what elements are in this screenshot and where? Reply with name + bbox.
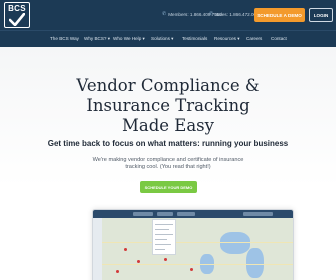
phone-icon: ✆ <box>162 11 167 17</box>
checkmark-icon <box>9 13 25 26</box>
top-header: BCS ✆ Members: 1.866.409.7550 ✆ Sales: 1… <box>0 0 336 30</box>
nav-item-solutions[interactable]: Solutions ▾ <box>151 36 173 42</box>
bcs-logo[interactable]: BCS <box>4 2 30 28</box>
hero-title-line-3: Made Easy <box>122 116 214 135</box>
nav-item-careers[interactable]: Careers <box>246 36 262 41</box>
hero-description-line-2: tracking cool. (You read that right!) <box>125 164 211 170</box>
nav-item-testimonials[interactable]: Testimonials <box>182 36 207 41</box>
hero-demo-button[interactable]: SCHEDULE YOUR DEMO <box>140 181 197 193</box>
app-screenshot-sidebar <box>93 218 102 280</box>
main-nav: The BCS Way Why BCS? ▾ Who We Help ▾ Sol… <box>0 30 336 47</box>
login-button[interactable]: LOGIN <box>309 8 333 22</box>
app-screenshot-toolbar <box>93 210 293 218</box>
hero-title-line-1: Vendor Compliance & <box>76 76 260 95</box>
app-screenshot <box>92 209 294 280</box>
nav-item-why-bcs[interactable]: Why BCS? ▾ <box>84 36 110 42</box>
hero-title-line-2: Insurance Tracking <box>86 96 250 115</box>
nav-item-contact[interactable]: Contact <box>271 36 287 41</box>
map-popup <box>152 219 176 255</box>
nav-item-resources[interactable]: Resources ▾ <box>214 36 240 42</box>
hero-description-line-1: We're making vendor compliance and certi… <box>92 157 244 163</box>
phone-icon: ✆ <box>209 11 214 17</box>
schedule-demo-button[interactable]: SCHEDULE A DEMO <box>254 8 305 22</box>
logo-text: BCS <box>8 4 26 13</box>
nav-item-who-we-help[interactable]: Who We Help ▾ <box>113 36 145 42</box>
hero-subtitle: Get time back to focus on what matters: … <box>47 139 289 148</box>
nav-item-bcs-way[interactable]: The BCS Way <box>50 36 79 41</box>
map-image <box>102 218 293 280</box>
